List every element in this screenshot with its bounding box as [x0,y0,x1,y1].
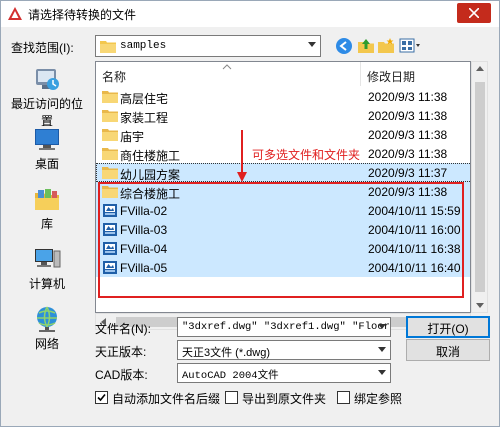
checkbox-box[interactable] [95,391,108,404]
back-icon[interactable] [335,37,353,55]
file-list[interactable]: 名称 修改日期 高层住宅 2020/9/3 11:38 家装工程 2020/9/3 1… [95,61,471,313]
checkbox-label: 自动添加文件名后缀 [112,392,221,406]
place-recent[interactable]: 最近访问的位置 [7,61,87,128]
cad-version-label: CAD版本: [95,368,148,382]
checkbox-label: 绑定参照 [354,392,403,406]
row-date: 2020/9/3 11:38 [368,109,448,123]
filename-input[interactable]: "3dxref.dwg" "3dxref1.dwg" "Floor1.dw [177,317,391,337]
place-computer[interactable]: 计算机 [7,241,87,301]
scroll-down-icon[interactable] [476,303,484,308]
place-label: 计算机 [28,277,65,291]
place-libraries[interactable]: 库 [7,181,87,241]
vertical-scroll-thumb[interactable] [475,82,485,292]
row-name: 庙宇 [120,130,145,144]
folder-icon [102,110,118,122]
folder-icon [102,91,118,103]
row-name: 家装工程 [120,111,169,125]
column-header-date[interactable]: 修改日期 [360,62,470,86]
scroll-up-icon[interactable] [476,66,484,71]
tz-version-dropdown[interactable]: 天正3文件 (*.dwg) [177,340,391,360]
title-bar: 请选择待转换的文件 [1,1,499,27]
folder-icon [102,167,118,179]
annotation-text: 可多选文件和文件夹 [252,148,361,162]
open-button[interactable]: 打开(O) [406,316,490,338]
dialog-body: 查找范围(I): samples 最近访问的位置 桌面 库 计算机 网络 名称 … [1,27,499,426]
column-name-label: 名称 [102,70,127,84]
chevron-down-icon [378,347,386,352]
annotation-arrow-icon [237,130,247,182]
look-in-label: 查找范围(I): [11,41,74,55]
row-date: 2020/9/3 11:37 [368,166,448,180]
column-date-label: 修改日期 [367,70,416,84]
cad-version-value: AutoCAD 2004文件 [182,370,279,382]
sort-up-icon [222,64,232,70]
checkmark-icon [97,393,106,402]
checkbox-label: 导出到原文件夹 [242,392,327,406]
window-title: 请选择待转换的文件 [28,8,137,22]
file-open-dialog: 请选择待转换的文件 查找范围(I): samples 最近访问的位置 桌面 库 … [0,0,500,427]
look-in-dropdown[interactable]: samples [95,35,321,57]
folder-row[interactable]: 家装工程 2020/9/3 11:38 [96,106,470,125]
place-label: 库 [40,217,53,231]
app-icon [8,7,22,20]
vertical-scrollbar[interactable] [471,61,488,313]
row-name: 幼儿园方案 [120,168,181,182]
place-label: 桌面 [34,157,59,171]
row-name: 高层住宅 [120,92,169,106]
chevron-down-icon [308,42,316,47]
folder-icon [102,148,118,160]
tz-version-label: 天正版本: [95,345,147,359]
row-name: 商住楼施工 [120,149,181,163]
folder-icon [100,41,116,53]
annotation-highlight-box [98,182,464,298]
row-date: 2020/9/3 11:38 [368,90,448,104]
folder-row[interactable]: 高层住宅 2020/9/3 11:38 [96,87,470,106]
chevron-down-icon [378,370,386,375]
row-date: 2020/9/3 11:38 [368,147,448,161]
view-menu-icon[interactable] [399,37,421,55]
look-in-value: samples [120,40,167,52]
tz-version-value: 天正3文件 (*.dwg) [182,347,271,359]
folder-row[interactable]: 幼儿园方案 2020/9/3 11:37 [96,163,470,182]
place-network[interactable]: 网络 [7,301,87,361]
folder-icon [102,129,118,141]
filename-label: 文件名(N): [95,322,151,336]
filename-value: "3dxref.dwg" "3dxref1.dwg" "Floor1.dw [182,321,390,333]
computer-icon [35,249,61,268]
close-button[interactable] [457,3,491,23]
chevron-down-icon [378,324,386,329]
column-header-name[interactable]: 名称 [96,62,360,86]
desktop-icon [35,129,59,150]
libraries-icon [35,189,59,210]
place-label: 网络 [34,337,59,351]
checkbox-box[interactable] [337,391,350,404]
row-date: 2020/9/3 11:38 [368,128,448,142]
places-bar: 最近访问的位置 桌面 库 计算机 网络 [7,61,87,361]
cad-version-dropdown[interactable]: AutoCAD 2004文件 [177,363,391,383]
new-folder-icon[interactable] [377,37,395,55]
place-desktop[interactable]: 桌面 [7,121,87,181]
network-icon [37,306,57,332]
recent-places-icon [36,69,59,90]
folder-row[interactable]: 庙宇 2020/9/3 11:38 [96,125,470,144]
up-folder-icon[interactable] [357,37,375,55]
cancel-button[interactable]: 取消 [406,339,490,361]
close-icon [469,8,479,18]
checkbox-box[interactable] [225,391,238,404]
